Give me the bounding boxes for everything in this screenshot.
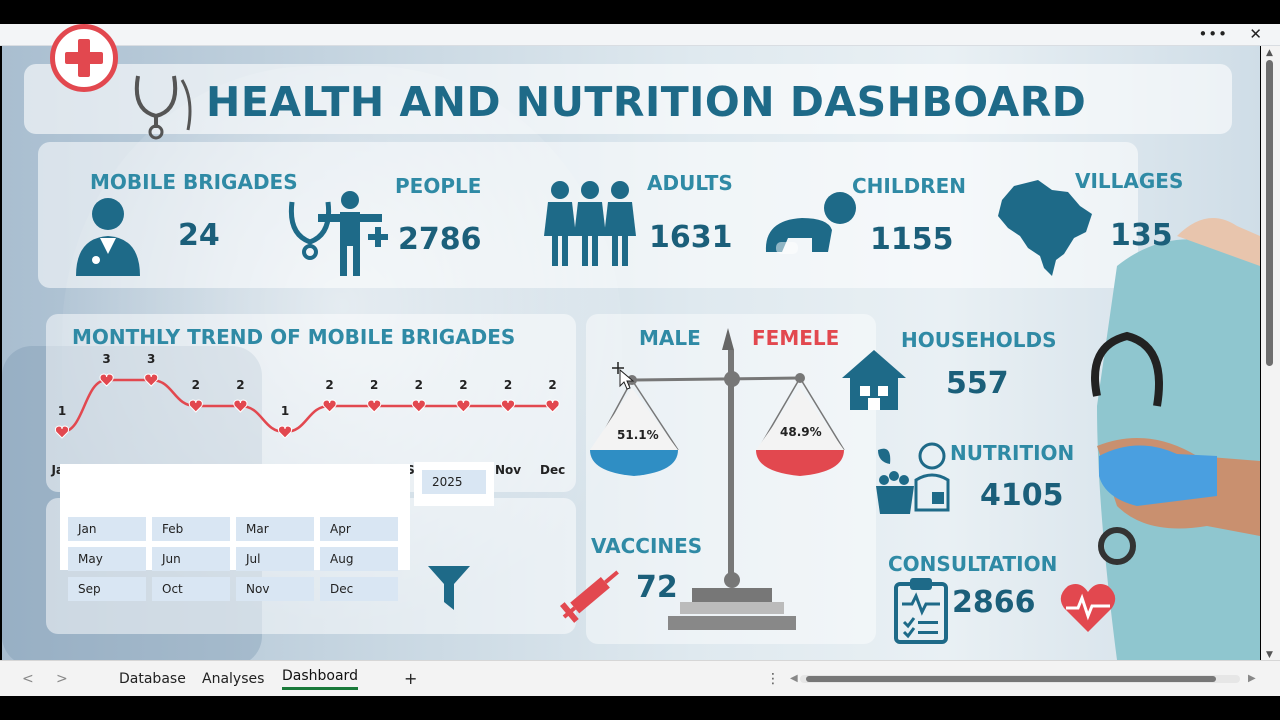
kpi-value-children: 1155 xyxy=(870,222,954,257)
tab-analyses[interactable]: Analyses xyxy=(202,671,264,687)
top-black-bar xyxy=(0,0,1280,24)
scroll-up-icon[interactable]: ▲ xyxy=(1266,48,1273,58)
kpi-value-villages: 135 xyxy=(1110,218,1173,253)
kpi-value-mobile-brigades: 24 xyxy=(178,218,220,253)
kpi-value-vaccines: 72 xyxy=(636,570,678,605)
data-point-oct xyxy=(456,399,471,413)
kpi-label-nutrition: NUTRITION xyxy=(950,441,1075,465)
stethoscope-icon xyxy=(134,75,192,140)
series-line xyxy=(61,378,553,434)
data-label-apr: 2 xyxy=(191,378,200,392)
vertical-scroll-thumb[interactable] xyxy=(1266,60,1273,366)
slicer-month-jul[interactable]: Jul xyxy=(236,547,314,571)
data-label-mar: 3 xyxy=(147,352,156,366)
clipboard-icon xyxy=(894,578,948,644)
sheet-tab-bar: < > Database Analyses Dashboard + ⋮ ◀ ▶ xyxy=(0,660,1280,696)
slicer-month-oct[interactable]: Oct xyxy=(152,577,230,601)
slicer-month-feb[interactable]: Feb xyxy=(152,517,230,541)
prev-sheet-icon[interactable]: < xyxy=(22,671,34,687)
kpi-label-people: PEOPLE xyxy=(395,174,482,198)
crawling-baby-icon xyxy=(765,192,856,254)
slicer-month-jan[interactable]: Jan xyxy=(68,517,146,541)
bottom-black-bar xyxy=(0,696,1280,720)
country-map-icon xyxy=(998,180,1092,276)
data-point-may xyxy=(233,399,248,413)
slicer-month-dec[interactable]: Dec xyxy=(320,577,398,601)
x-tick-label-dec: Dec xyxy=(539,463,566,477)
data-point-jun xyxy=(277,425,293,439)
male-percent: 51.1% xyxy=(617,428,659,442)
data-label-jun: 1 xyxy=(280,404,290,418)
syringe-icon xyxy=(560,570,619,623)
doctor-icon xyxy=(76,198,140,276)
data-label-jul: 2 xyxy=(325,378,334,392)
kpi-label-mobile-brigades: MOBILE BRIGADES xyxy=(90,170,298,194)
slicer-month-aug[interactable]: Aug xyxy=(320,547,398,571)
adults-group-icon xyxy=(544,181,636,266)
data-point-dec xyxy=(545,399,560,413)
heartbeat-icon xyxy=(1060,584,1116,632)
kpi-value-consultation: 2866 xyxy=(952,585,1036,620)
nutrition-icon xyxy=(876,442,950,514)
patient-care-icon xyxy=(288,191,388,276)
trend-line-chart xyxy=(54,373,560,439)
kpi-label-consultation: CONSULTATION xyxy=(888,552,1058,576)
data-point-feb xyxy=(99,373,114,387)
slicer-month-nov[interactable]: Nov xyxy=(236,577,314,601)
scroll-down-icon[interactable]: ▼ xyxy=(1266,650,1273,660)
slicer-month-sep[interactable]: Sep xyxy=(68,577,146,601)
dashboard-title: HEALTH AND NUTRITION DASHBOARD xyxy=(206,78,1087,126)
filter-icon[interactable] xyxy=(428,566,470,610)
more-icon[interactable]: ••• xyxy=(1198,25,1228,43)
kpi-value-adults: 1631 xyxy=(649,220,733,255)
slicer-month-mar[interactable]: Mar xyxy=(236,517,314,541)
kpi-label-vaccines: VACCINES xyxy=(591,534,703,558)
data-label-aug: 2 xyxy=(370,378,379,392)
close-icon[interactable]: ✕ xyxy=(1249,25,1262,43)
add-sheet-icon[interactable]: + xyxy=(404,669,417,688)
data-point-nov xyxy=(500,399,516,413)
kpi-label-children: CHILDREN xyxy=(852,174,967,198)
slicer-month-apr[interactable]: Apr xyxy=(320,517,398,541)
data-point-sep xyxy=(411,399,426,413)
kpi-value-nutrition: 4105 xyxy=(980,478,1064,513)
data-point-aug xyxy=(367,399,382,413)
medical-cross-icon xyxy=(50,24,118,92)
sheet-menu-icon[interactable]: ⋮ xyxy=(766,671,780,687)
data-point-jan xyxy=(54,425,70,439)
data-point-jul xyxy=(322,399,337,413)
data-label-may: 2 xyxy=(236,378,245,392)
scroll-left-icon[interactable]: ◀ xyxy=(790,673,798,684)
data-label-nov: 2 xyxy=(503,378,513,392)
kpi-label-adults: ADULTS xyxy=(647,171,733,195)
house-icon xyxy=(842,350,906,410)
data-label-sep: 2 xyxy=(414,378,423,392)
tab-dashboard[interactable]: Dashboard xyxy=(282,668,358,690)
data-label-oct: 2 xyxy=(459,378,468,392)
kpi-value-people: 2786 xyxy=(398,222,482,257)
female-percent: 48.9% xyxy=(780,425,822,439)
kpi-value-households: 557 xyxy=(946,366,1009,401)
tab-database[interactable]: Database xyxy=(119,671,186,687)
kpi-label-households: HOUSEHOLDS xyxy=(901,328,1057,352)
data-label-jan: 1 xyxy=(57,404,67,418)
horizontal-scroll-thumb[interactable] xyxy=(806,676,1216,682)
data-label-dec: 2 xyxy=(548,378,557,392)
data-label-feb: 3 xyxy=(102,352,111,366)
data-point-mar xyxy=(144,373,159,387)
window-titlebar: ••• ✕ xyxy=(0,24,1280,46)
next-sheet-icon[interactable]: > xyxy=(56,671,68,687)
x-tick-label-nov: Nov xyxy=(494,463,522,477)
mouse-cursor-icon xyxy=(612,362,635,390)
year-button[interactable]: 2025 xyxy=(422,470,486,494)
slicer-month-jun[interactable]: Jun xyxy=(152,547,230,571)
scroll-right-icon[interactable]: ▶ xyxy=(1248,673,1256,684)
slicer-month-may[interactable]: May xyxy=(68,547,146,571)
data-point-apr xyxy=(188,399,203,413)
